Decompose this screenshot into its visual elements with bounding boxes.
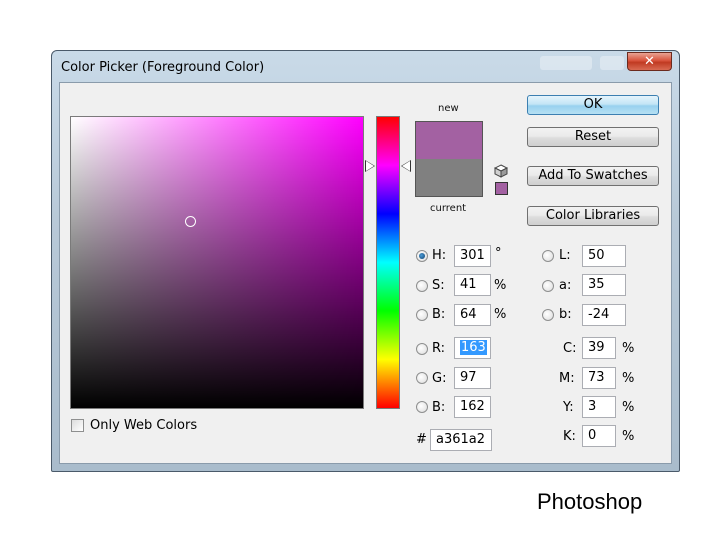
h-radio[interactable] [416, 250, 428, 262]
cube-icon[interactable] [494, 164, 508, 178]
reset-button[interactable]: Reset [527, 127, 659, 147]
k-field[interactable]: 0 [582, 425, 616, 447]
r-value-selected: 163 [460, 340, 487, 355]
titlebar-reflection-2 [600, 56, 624, 70]
b-lab-label: b: [559, 307, 572, 322]
k-label: K: [563, 429, 576, 444]
b-hsb-radio[interactable] [416, 309, 428, 321]
r-field[interactable]: 163 [454, 337, 491, 359]
web-safe-swatch[interactable] [495, 182, 508, 195]
s-label: S: [432, 278, 445, 293]
h-label: H: [432, 248, 447, 263]
a-field[interactable]: 35 [582, 274, 626, 296]
hex-label: # [416, 432, 427, 447]
m-field[interactable]: 73 [582, 367, 616, 389]
only-web-colors-checkbox[interactable] [71, 419, 84, 432]
color-libraries-button[interactable]: Color Libraries [527, 206, 659, 226]
b-lab-radio[interactable] [542, 309, 554, 321]
b-rgb-label: B: [432, 400, 446, 415]
r-label: R: [432, 341, 446, 356]
c-field[interactable]: 39 [582, 337, 616, 359]
m-unit: % [622, 371, 635, 386]
current-label: current [430, 203, 467, 214]
slider-arrow-right-fill[interactable] [402, 161, 410, 171]
close-icon: ✕ [644, 54, 655, 69]
k-unit: % [622, 429, 635, 444]
l-field[interactable]: 50 [582, 245, 626, 267]
new-label: new [438, 103, 459, 114]
hex-field[interactable]: a361a2 [430, 429, 492, 451]
title-bar[interactable]: Color Picker (Foreground Color) ✕ [52, 51, 679, 82]
b-rgb-radio[interactable] [416, 401, 428, 413]
ok-button[interactable]: OK [527, 95, 659, 115]
add-to-swatches-button[interactable]: Add To Swatches [527, 166, 659, 186]
slider-arrow-left-fill[interactable] [366, 161, 374, 171]
h-unit: ° [495, 246, 502, 261]
y-field[interactable]: 3 [582, 396, 616, 418]
r-radio[interactable] [416, 343, 428, 355]
g-label: G: [432, 371, 447, 386]
color-field-cursor[interactable] [185, 216, 196, 227]
current-color-swatch[interactable] [416, 159, 482, 196]
titlebar-reflection [540, 56, 592, 70]
a-radio[interactable] [542, 280, 554, 292]
h-field[interactable]: 301 [454, 245, 491, 267]
a-label: a: [559, 278, 572, 293]
hue-slider[interactable] [376, 116, 400, 409]
c-label: C: [563, 341, 577, 356]
color-preview-swatch [415, 121, 483, 197]
l-label: L: [559, 248, 571, 263]
window-title: Color Picker (Foreground Color) [61, 60, 265, 75]
l-radio[interactable] [542, 250, 554, 262]
g-radio[interactable] [416, 372, 428, 384]
m-label: M: [559, 371, 575, 386]
s-radio[interactable] [416, 280, 428, 292]
b-hsb-label: B: [432, 307, 446, 322]
b-rgb-field[interactable]: 162 [454, 396, 491, 418]
b-hsb-unit: % [494, 307, 507, 322]
b-hsb-field[interactable]: 64 [454, 304, 491, 326]
slide-caption: Photoshop [537, 489, 643, 514]
close-button[interactable]: ✕ [627, 52, 672, 71]
y-unit: % [622, 400, 635, 415]
new-color-swatch [416, 122, 482, 159]
g-field[interactable]: 97 [454, 367, 491, 389]
s-field[interactable]: 41 [454, 274, 491, 296]
s-unit: % [494, 278, 507, 293]
saturation-brightness-field[interactable] [70, 116, 364, 409]
c-unit: % [622, 341, 635, 356]
y-label: Y: [563, 400, 574, 415]
only-web-colors-label: Only Web Colors [90, 418, 198, 433]
b-lab-field[interactable]: -24 [582, 304, 626, 326]
